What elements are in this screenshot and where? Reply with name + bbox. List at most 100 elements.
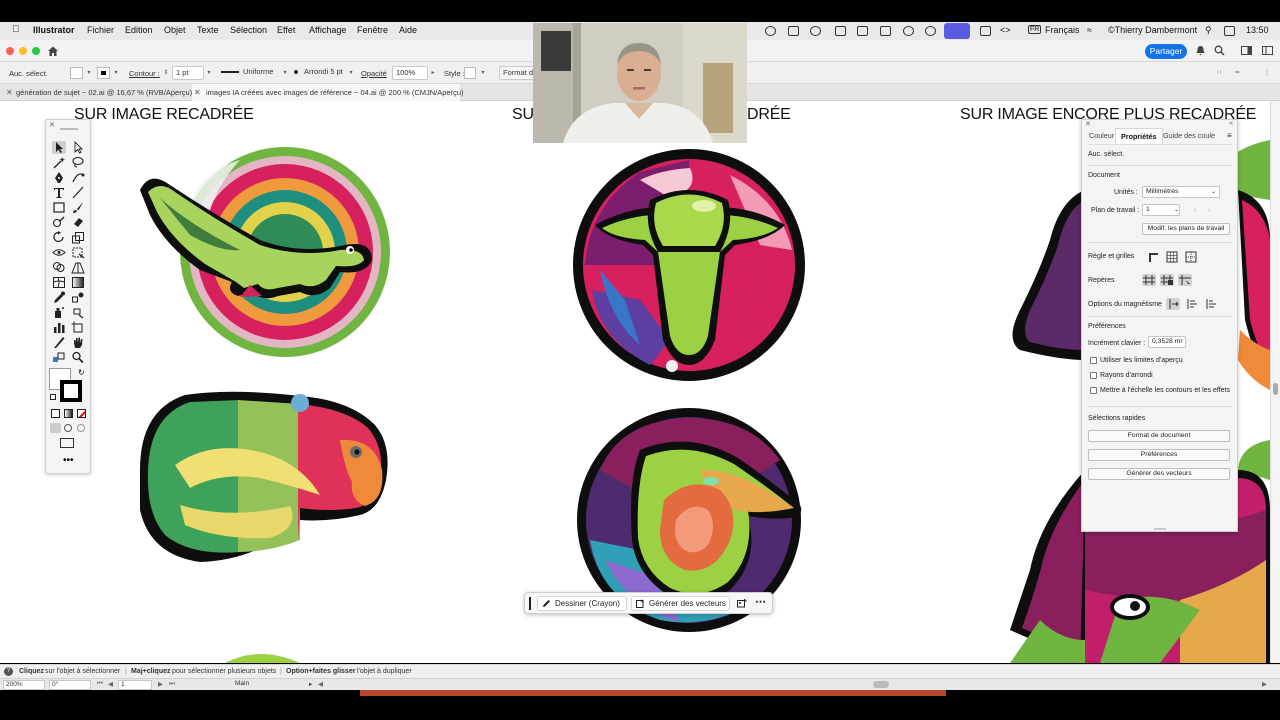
blend-tool-icon[interactable] xyxy=(71,291,85,304)
generate-vectors-panel-button[interactable]: Générer des vecteurs xyxy=(1088,468,1230,480)
perspective-grid-tool-icon[interactable] xyxy=(71,261,85,274)
tools-close-icon[interactable]: ✕ xyxy=(49,121,55,129)
stroke-label[interactable]: Contour : xyxy=(129,69,160,78)
status-icon-5[interactable] xyxy=(880,26,891,36)
app-menu[interactable]: Illustrator xyxy=(33,25,75,35)
style-swatch[interactable] xyxy=(464,67,476,79)
search-app-icon[interactable] xyxy=(1214,45,1225,56)
zoom-window-button[interactable] xyxy=(32,47,40,55)
slice-tool-icon[interactable] xyxy=(52,336,66,349)
selection-tool-icon[interactable] xyxy=(52,141,66,154)
status-icon-2[interactable] xyxy=(788,26,799,36)
grid-icon[interactable] xyxy=(1165,251,1179,263)
eraser-tool-icon[interactable] xyxy=(71,216,85,229)
tab-proprietes[interactable]: Propriétés xyxy=(1115,128,1163,144)
menu-edition[interactable]: Edition xyxy=(125,25,153,35)
show-guides-icon[interactable] xyxy=(1142,274,1156,286)
next-artboard-icon[interactable]: ▶ xyxy=(158,680,163,688)
vertical-scroll-thumb[interactable] xyxy=(1273,383,1278,395)
artboard-number-field[interactable]: 1 xyxy=(118,680,152,690)
vertical-scrollbar[interactable] xyxy=(1270,101,1280,663)
menu-affichage[interactable]: Affichage xyxy=(309,25,346,35)
stroke-color-swatch[interactable] xyxy=(60,380,82,402)
tab-document-2[interactable]: ✕ images IA créées avec images de référe… xyxy=(192,84,464,101)
ruler-icon[interactable] xyxy=(1146,251,1160,263)
zoom-tool-icon[interactable] xyxy=(71,351,85,364)
menu-objet[interactable]: Objet xyxy=(164,25,186,35)
prev-artboard-icon[interactable]: ◀ xyxy=(108,680,113,688)
document-format-button[interactable]: Format de xyxy=(499,66,535,80)
smart-guides-icon[interactable] xyxy=(1178,274,1192,286)
brush-dropdown-icon[interactable]: ▾ xyxy=(346,66,356,80)
home-icon[interactable] xyxy=(47,45,59,57)
artboard-next-icon[interactable]: › xyxy=(1208,207,1210,214)
play-icon[interactable] xyxy=(903,26,914,36)
rectangle-tool-icon[interactable] xyxy=(52,201,66,214)
more-options-icon[interactable]: ⋯ xyxy=(755,596,766,608)
tab-close-icon[interactable]: ✕ xyxy=(194,84,201,101)
paintbrush-tool-icon[interactable] xyxy=(71,201,85,214)
color-mode-icon[interactable] xyxy=(51,409,60,418)
mesh-tool-icon[interactable] xyxy=(52,276,66,289)
preferences-button[interactable]: Préférences xyxy=(1088,449,1230,461)
default-colors-icon[interactable] xyxy=(50,394,56,400)
preview-bounds-checkbox[interactable] xyxy=(1090,357,1097,364)
keyboard-icon[interactable] xyxy=(980,26,991,36)
search-icon[interactable]: ⚲ xyxy=(1205,25,1212,36)
lock-guides-icon[interactable] xyxy=(1160,274,1174,286)
properties-close-icon[interactable]: ✕ xyxy=(1085,120,1091,128)
toggle-screen-tool-icon[interactable] xyxy=(52,351,66,364)
last-artboard-icon[interactable]: ⏭ xyxy=(169,680,175,688)
none-mode-icon[interactable] xyxy=(77,409,86,418)
properties-menu-icon[interactable]: ≡ xyxy=(1227,131,1232,140)
type-tool-icon[interactable] xyxy=(52,186,66,199)
tab-document-1[interactable]: génération de sujet ~ 02.ai @ 16,67 % (R… xyxy=(10,84,195,101)
draw-pencil-button[interactable]: Dessiner (Crayon) xyxy=(537,596,627,611)
image-options-icon[interactable] xyxy=(737,599,747,608)
panel-resize-grip-icon[interactable] xyxy=(1154,528,1166,530)
status-icon-3[interactable] xyxy=(810,26,821,36)
curvature-tool-icon[interactable] xyxy=(71,171,85,184)
corner-radius-checkbox[interactable] xyxy=(1090,372,1097,379)
tab-guide-couleurs[interactable]: Guide des coule xyxy=(1158,128,1220,144)
edit-toolbar-icon[interactable]: ••• xyxy=(63,456,74,466)
magic-wand-tool-icon[interactable] xyxy=(52,156,66,169)
units-dropdown[interactable]: Millimètres xyxy=(1142,186,1220,198)
user-name[interactable]: ©Thierry Dambermont xyxy=(1108,25,1197,35)
eyedropper-tool-icon[interactable] xyxy=(52,291,66,304)
input-source-code[interactable]: FR xyxy=(1028,25,1042,34)
snap-to-pixel-icon[interactable] xyxy=(1204,298,1218,310)
swap-colors-icon[interactable]: ↻ xyxy=(78,368,85,377)
document-setup-button[interactable]: Format de document xyxy=(1088,430,1230,442)
wifi-icon[interactable]: ≈ xyxy=(1087,25,1092,35)
properties-collapse-icon[interactable]: « xyxy=(1229,120,1233,127)
draw-normal-icon[interactable] xyxy=(50,423,61,433)
scale-tool-icon[interactable] xyxy=(71,231,85,244)
keyboard-increment-field[interactable]: 0,3528 mr xyxy=(1148,336,1186,348)
width-tool-icon[interactable] xyxy=(52,246,66,259)
stroke-profile[interactable]: Uniforme xyxy=(219,66,285,80)
shape-builder-tool-icon[interactable] xyxy=(52,261,66,274)
opacity-label[interactable]: Opacité xyxy=(361,69,387,78)
menu-aide[interactable]: Aide xyxy=(399,25,417,35)
align-icon[interactable]: ∷ xyxy=(1214,66,1224,80)
share-button[interactable]: Partager xyxy=(1145,44,1187,59)
panels-icon[interactable] xyxy=(1262,45,1273,56)
pen-tool-icon[interactable] xyxy=(52,171,66,184)
stroke-weight-dropdown-icon[interactable]: ▾ xyxy=(204,66,214,80)
badge-partial-bottom[interactable] xyxy=(225,654,300,663)
pixel-grid-icon[interactable] xyxy=(1184,251,1198,263)
stroke-dropdown-icon[interactable]: ▾ xyxy=(111,66,121,80)
zoom-field[interactable]: 200% xyxy=(3,680,45,690)
tab-couleur[interactable]: Couleur xyxy=(1084,128,1119,144)
brush-definition[interactable]: Arrondi 5 pt xyxy=(292,66,352,80)
symbol-sprayer-tool-icon[interactable] xyxy=(52,306,66,319)
artboard-prev-icon[interactable]: ‹ xyxy=(1194,207,1196,214)
snap-to-glyph-icon[interactable] xyxy=(1185,298,1199,310)
hand-tool-icon[interactable] xyxy=(71,336,85,349)
display-icon[interactable] xyxy=(857,26,868,36)
help-icon[interactable]: ? xyxy=(4,667,13,676)
column-graph-tool-icon[interactable] xyxy=(52,321,66,334)
free-transform-tool-icon[interactable] xyxy=(71,246,85,259)
menu-fichier[interactable]: Fichier xyxy=(87,25,114,35)
